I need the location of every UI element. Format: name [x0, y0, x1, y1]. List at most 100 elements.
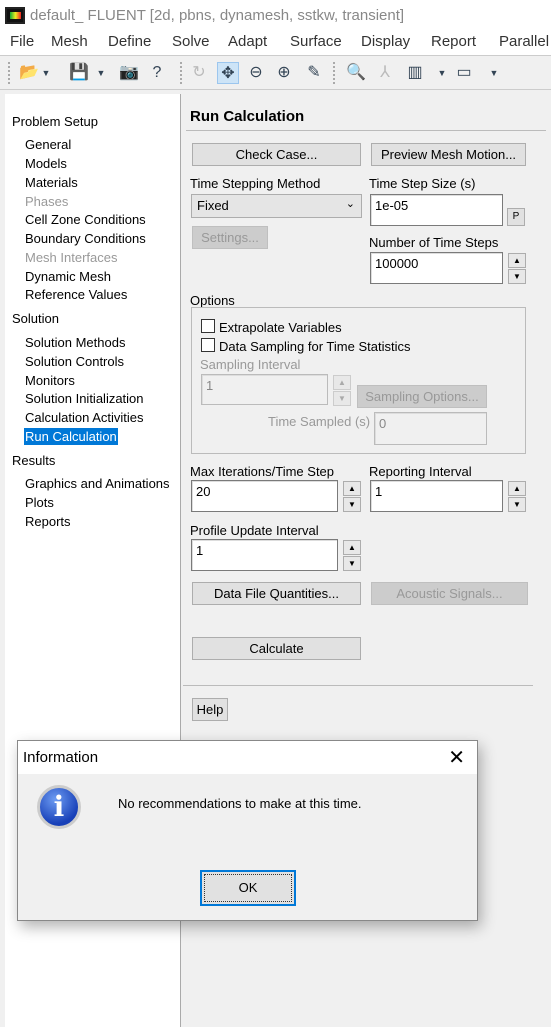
menu-surface[interactable]: Surface	[290, 33, 342, 50]
preview-mesh-motion-button[interactable]: Preview Mesh Motion...	[371, 143, 526, 166]
down-arrow-icon[interactable]: ▼	[333, 391, 351, 406]
nav-item-materials[interactable]: Materials	[24, 174, 79, 191]
check-case-button[interactable]: Check Case...	[192, 143, 361, 166]
menu-mesh[interactable]: Mesh	[51, 33, 88, 50]
toolbar-grip[interactable]	[180, 62, 183, 84]
up-arrow-icon[interactable]: ▲	[508, 481, 526, 496]
nav-item-graphics-and-animations[interactable]: Graphics and Animations	[24, 475, 171, 492]
nav-item-mesh-interfaces[interactable]: Mesh Interfaces	[24, 249, 119, 266]
num-time-steps-input[interactable]: 100000	[370, 252, 503, 284]
down-arrow-icon[interactable]: ▼	[508, 269, 526, 284]
axes-icon[interactable]: ⅄	[374, 62, 396, 84]
reporting-interval-input[interactable]: 1	[370, 480, 503, 512]
nav-item-calculation-activities[interactable]: Calculation Activities	[24, 409, 145, 426]
zoom-box-icon[interactable]: 🔍	[345, 62, 367, 84]
divider	[183, 685, 533, 686]
reporting-interval-label: Reporting Interval	[369, 464, 472, 479]
menu-solve[interactable]: Solve	[172, 33, 210, 50]
probe-icon[interactable]: ✎	[303, 62, 325, 84]
camera-icon[interactable]: 📷	[118, 62, 140, 84]
time-stepping-value: Fixed	[197, 198, 229, 213]
num-time-steps-stepper[interactable]: ▲ ▼	[508, 253, 526, 285]
nav-item-plots[interactable]: Plots	[24, 494, 55, 511]
dropdown-arrow-icon[interactable]: ▼	[436, 62, 448, 84]
menu-display[interactable]: Display	[361, 33, 410, 50]
time-step-size-input[interactable]: 1e-05	[370, 194, 503, 226]
ok-button[interactable]: OK	[200, 870, 296, 906]
view-icon[interactable]: ▭	[453, 62, 475, 84]
sampling-interval-input[interactable]: 1	[201, 374, 328, 405]
sampling-interval-label: Sampling Interval	[200, 357, 301, 372]
profile-update-input[interactable]: 1	[191, 539, 338, 571]
sampling-options-button[interactable]: Sampling Options...	[357, 385, 487, 408]
calculate-button[interactable]: Calculate	[192, 637, 361, 660]
help-button[interactable]: Help	[192, 698, 228, 721]
move-icon[interactable]: ✥	[217, 62, 239, 84]
zoom-fit-icon[interactable]: ⊖	[245, 62, 267, 84]
layout-icon[interactable]: ▥	[404, 62, 426, 84]
menu-define[interactable]: Define	[108, 33, 151, 50]
dropdown-arrow-icon[interactable]: ▼	[488, 62, 500, 84]
menu-adapt[interactable]: Adapt	[228, 33, 267, 50]
data-sampling-checkbox[interactable]	[201, 338, 215, 352]
nav-item-reference-values[interactable]: Reference Values	[24, 286, 128, 303]
data-file-quantities-button[interactable]: Data File Quantities...	[192, 582, 361, 605]
nav-item-phases[interactable]: Phases	[24, 193, 69, 210]
num-time-steps-label: Number of Time Steps	[369, 235, 499, 250]
max-iterations-input[interactable]: 20	[191, 480, 338, 512]
nav-item-problem-setup[interactable]: Problem Setup	[11, 113, 99, 130]
close-icon[interactable]: ✕	[448, 745, 465, 770]
open-icon[interactable]: 📂	[18, 62, 40, 84]
max-iterations-label: Max Iterations/Time Step	[190, 464, 335, 479]
nav-item-cell-zone-conditions[interactable]: Cell Zone Conditions	[24, 211, 147, 228]
profile-update-stepper[interactable]: ▲ ▼	[343, 540, 361, 572]
parameter-button[interactable]: P	[507, 208, 525, 226]
nav-item-general[interactable]: General	[24, 136, 72, 153]
toolbar-grip[interactable]	[333, 62, 336, 84]
options-label: Options	[190, 293, 235, 308]
nav-item-dynamic-mesh[interactable]: Dynamic Mesh	[24, 268, 112, 285]
fluent-app-icon	[5, 7, 25, 24]
dialog-title-bar: Information ✕	[18, 741, 477, 774]
up-arrow-icon[interactable]: ▲	[333, 375, 351, 390]
menu-file[interactable]: File	[10, 33, 34, 50]
nav-item-run-calculation[interactable]: Run Calculation	[24, 428, 118, 445]
save-icon[interactable]: 💾	[68, 62, 90, 84]
nav-item-monitors[interactable]: Monitors	[24, 372, 76, 389]
max-iterations-stepper[interactable]: ▲ ▼	[343, 481, 361, 513]
nav-item-reports[interactable]: Reports	[24, 513, 72, 530]
nav-item-solution-initialization[interactable]: Solution Initialization	[24, 390, 145, 407]
extrapolate-label: Extrapolate Variables	[219, 320, 342, 335]
time-stepping-label: Time Stepping Method	[190, 176, 321, 191]
nav-item-models[interactable]: Models	[24, 155, 68, 172]
settings-button[interactable]: Settings...	[192, 226, 268, 249]
up-arrow-icon[interactable]: ▲	[508, 253, 526, 268]
reporting-interval-stepper[interactable]: ▲ ▼	[508, 481, 526, 513]
down-arrow-icon[interactable]: ▼	[343, 497, 361, 512]
down-arrow-icon[interactable]: ▼	[508, 497, 526, 512]
sampling-interval-stepper[interactable]: ▲ ▼	[333, 375, 351, 407]
help-icon[interactable]: ?	[146, 62, 168, 84]
dialog-title: Information	[23, 749, 99, 766]
menu-parallel[interactable]: Parallel	[499, 33, 549, 50]
down-arrow-icon[interactable]: ▼	[343, 556, 361, 571]
dropdown-arrow-icon[interactable]: ▼	[40, 62, 52, 84]
nav-item-results[interactable]: Results	[11, 452, 56, 469]
acoustic-signals-button[interactable]: Acoustic Signals...	[371, 582, 528, 605]
time-sampled-label: Time Sampled (s)	[268, 414, 371, 429]
up-arrow-icon[interactable]: ▲	[343, 481, 361, 496]
nav-item-boundary-conditions[interactable]: Boundary Conditions	[24, 230, 147, 247]
zoom-in-icon[interactable]: ⊕	[273, 62, 295, 84]
nav-item-solution[interactable]: Solution	[11, 310, 60, 327]
nav-item-solution-controls[interactable]: Solution Controls	[24, 353, 125, 370]
rotate-icon[interactable]: ↻	[188, 62, 210, 84]
nav-item-solution-methods[interactable]: Solution Methods	[24, 334, 126, 351]
extrapolate-checkbox[interactable]	[201, 319, 215, 333]
toolbar-grip[interactable]	[8, 62, 11, 84]
time-stepping-select[interactable]: Fixed ⌄	[191, 194, 362, 218]
divider	[186, 130, 546, 131]
time-step-size-label: Time Step Size (s)	[369, 176, 476, 191]
menu-report[interactable]: Report	[431, 33, 476, 50]
dropdown-arrow-icon[interactable]: ▼	[95, 62, 107, 84]
up-arrow-icon[interactable]: ▲	[343, 540, 361, 555]
